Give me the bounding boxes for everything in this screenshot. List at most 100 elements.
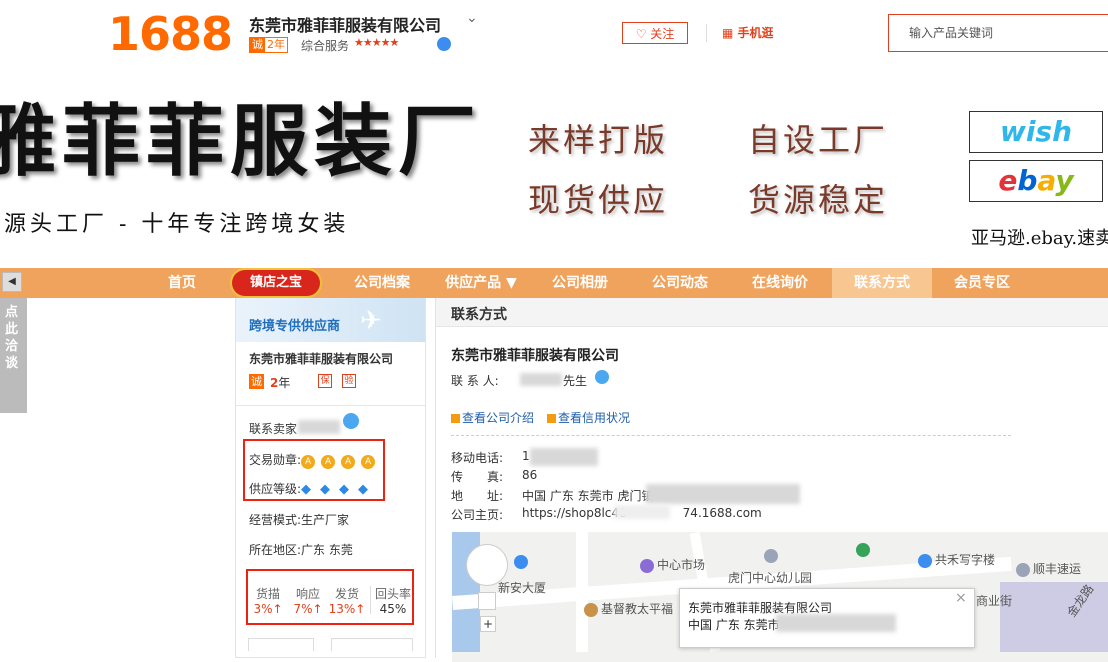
map-road [576,532,588,652]
highlight-box [243,439,385,501]
site-logo[interactable]: 1688 [108,6,233,62]
chevron-down-icon[interactable]: ⌄ [466,10,478,26]
fax-value: 86 [522,468,538,482]
panel-button[interactable] [331,638,413,651]
poi-label: 虎门中心幼儿园 [728,571,813,585]
chat-icon[interactable] [595,370,609,384]
region: 所在地区:广东 东莞 [249,543,353,557]
homepage-url-part: 74.1688.com [682,506,762,520]
school-icon [764,548,778,563]
redacted-address [646,484,800,504]
company-intro-link[interactable]: 查看公司介绍 [451,409,534,426]
contact-person-name: 先生 [563,374,588,388]
nav-item-album[interactable]: 公司相册 [540,268,620,298]
nav-item-members[interactable]: 会员专区 [940,268,1024,298]
nav-item-home[interactable]: 首页 [150,268,214,298]
section-title: 联系方式 [451,307,507,323]
cheng-label: 诚 [250,38,265,52]
building-icon [514,554,528,569]
nav-item-products[interactable]: 供应产品 ▼ [436,268,526,298]
chat-icon[interactable] [437,37,451,51]
nav-item-inquiry[interactable]: 在线询价 [740,268,820,298]
map-poi[interactable] [856,542,873,557]
popup-address: 中国 广东 东莞市 [688,618,780,632]
panel-button[interactable] [248,638,314,651]
service-label: 综合服务 [301,39,350,53]
collapse-arrow-icon[interactable]: ◀ [2,272,22,292]
divider [451,435,1011,436]
redacted-name [520,373,562,386]
poi-label: 商业街 [976,594,1013,608]
address-label: 地 址: [451,489,504,503]
credit-status-label: 查看信用状况 [558,411,631,425]
poi-label: 新安大厦 [498,581,547,595]
map-poi[interactable]: 中心市场 [640,556,705,573]
supplier-company-name[interactable]: 东莞市雅菲菲服装有限公司 [249,350,393,367]
wish-logo: wish [969,111,1103,153]
banner-feature: 来样打版 [528,121,669,159]
plane-icon: ✈ [360,306,382,336]
bullet-icon [451,414,460,423]
section-header [436,298,1108,327]
business-model: 经营模式:生产厂家 [249,513,350,527]
chat-side-tab-label[interactable]: 点此洽谈 [5,304,21,372]
address-value: 中国 广东 东莞市 虎门镇 [522,489,654,503]
banner-slogan: 源头工厂 - 十年专注跨境女装 [4,212,350,237]
courier-icon [1016,562,1030,577]
mobile-label: 移动电话: [451,451,504,465]
poi-label: 共禾写字楼 [935,553,996,567]
ebay-letter: a [1037,164,1056,197]
nav-item-contact[interactable]: 联系方式 [840,268,924,298]
mobile-value: 1 [522,449,530,463]
banner-feature: 自设工厂 [748,121,889,159]
search-input[interactable]: 输入产品关键词 [888,14,1108,52]
zoom-in-button[interactable]: + [480,616,496,632]
divider [370,586,371,614]
map-poi[interactable] [514,554,531,569]
map-poi[interactable]: 基督教太平福 [584,600,673,617]
nav-item-treasure[interactable]: 镇店之宝 [232,270,320,296]
guarantee-icon[interactable]: 保 [318,374,332,388]
bullet-icon [547,414,556,423]
contact-person-label: 联 系 人: [451,374,499,388]
homepage-url-part: https://shop8lc48 [522,506,627,520]
map-poi[interactable] [764,548,781,563]
credit-status-link[interactable]: 查看信用状况 [547,409,630,426]
nav-item-profile[interactable]: 公司档案 [342,268,422,298]
cheng-years: 2年 [270,374,290,391]
mobile-label: 手机逛 [737,26,774,40]
stat-label: 响应 [295,587,320,601]
contact-company-name: 东莞市雅菲菲服装有限公司 [451,348,619,364]
redacted-phone [530,448,598,466]
stat-label: 回头率 [374,587,411,601]
cheng-badge: 诚 [249,374,264,389]
fax-label: 传 真: [451,470,504,484]
mobile-browse-link[interactable]: ▦ 手机逛 [722,24,774,41]
chat-icon[interactable] [343,413,359,429]
redacted-url [614,505,670,519]
map-poi[interactable]: 共禾写字楼 [918,551,995,568]
homepage-label: 公司主页: [451,508,504,522]
map-locate-icon[interactable] [478,592,496,610]
close-icon[interactable]: × [955,590,967,606]
banner-feature: 货源稳定 [748,181,889,219]
church-icon [584,602,598,617]
years-unit: 年 [278,376,291,390]
follow-button[interactable]: ♡ 关注 [622,22,688,44]
supplier-banner-label: 跨境专供供应商 [249,319,341,334]
heart-icon: ♡ [635,27,647,41]
grid-icon: ▦ [722,26,734,40]
redacted-name [298,420,340,434]
header-company-name[interactable]: 东莞市雅菲菲服装有限公司 [249,12,441,36]
platform-list: 亚马逊.ebay.速卖 [971,228,1108,249]
stat-value: 45% [379,602,407,616]
transit-icon [856,542,870,557]
contact-seller-label: 联系卖家 [249,422,298,436]
poi-label: 基督教太平福 [601,602,674,616]
verified-icon[interactable]: 验 [342,374,356,388]
office-icon [918,553,932,568]
company-intro-label: 查看公司介绍 [462,411,535,425]
nav-item-news[interactable]: 公司动态 [640,268,720,298]
banner-feature: 现货供应 [528,181,669,219]
map-poi[interactable]: 顺丰速运 [1016,560,1081,577]
